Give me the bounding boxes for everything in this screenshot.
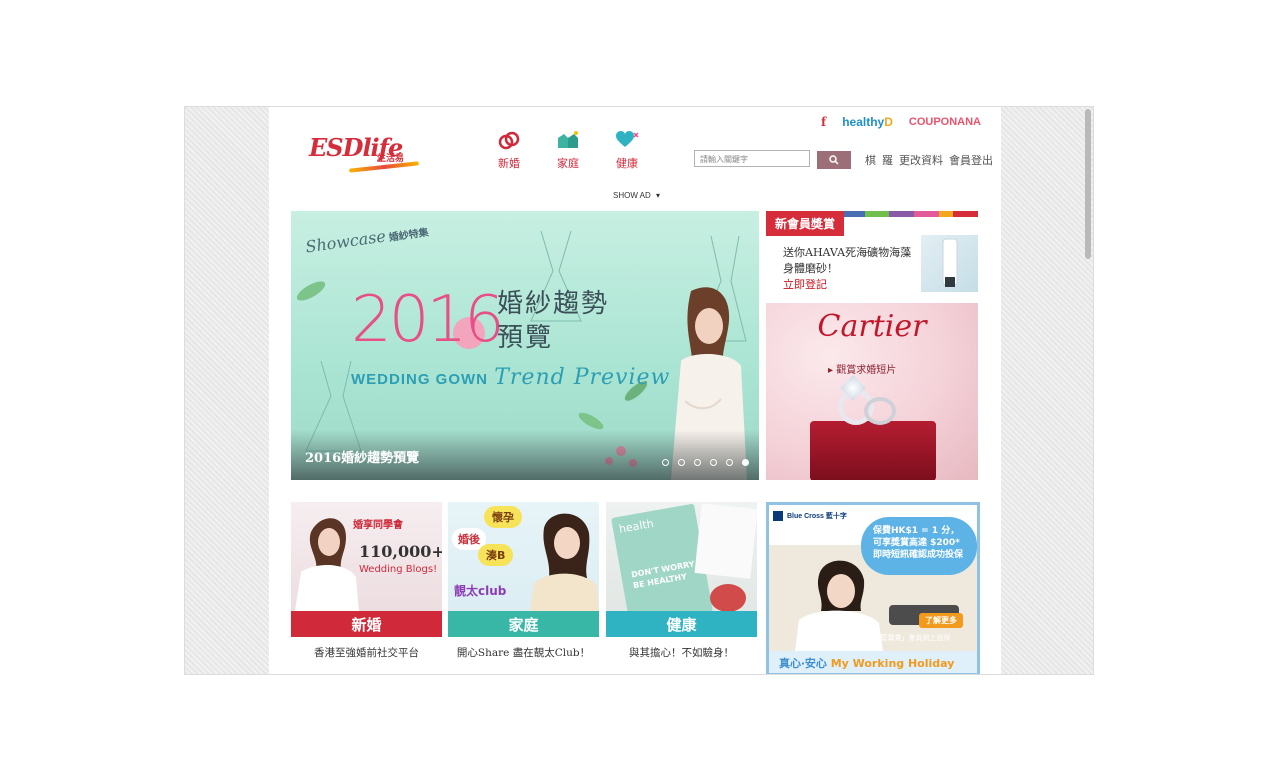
- facebook-link[interactable]: f: [821, 115, 826, 129]
- bluecross-ad[interactable]: Blue Cross 藍十字 保費HK$1 = 1 分， 可享獎賞高達 $200…: [766, 502, 980, 674]
- tile-health[interactable]: health DON'T WORRY BE HEALTHY 健康 與其擔心！不如…: [606, 502, 757, 662]
- watch-video-link[interactable]: ▸ 觀賞求婚短片: [828, 361, 896, 376]
- cartier-ad[interactable]: Cartier ▸ 觀賞求婚短片: [766, 303, 978, 480]
- promo-line: 可享獎賞高達 $200*: [873, 538, 960, 548]
- hero-title-cn: 婚紗趨勢 預覽: [497, 287, 609, 355]
- tile-wedding[interactable]: 婚享同學會 110,000+ Wedding Blogs! 新婚 香港至強婚前社…: [291, 502, 442, 662]
- nav-label: 健康: [616, 157, 638, 170]
- partner-links: f healthyD COUPONANA: [821, 115, 981, 129]
- carousel-dot[interactable]: [710, 459, 717, 466]
- main-nav: 新婚 家庭 健康: [495, 129, 641, 171]
- bubble-label: 懷孕: [484, 506, 522, 528]
- search-input[interactable]: 請輸入關鍵字: [694, 150, 810, 167]
- show-ad-label: SHOW AD: [613, 191, 651, 200]
- member-reward-desc: 送你AHAVA死海礦物海藻身體磨砂！: [783, 246, 912, 275]
- rings-icon: [495, 129, 523, 151]
- edit-profile-link[interactable]: 更改資料: [899, 152, 943, 168]
- logo-subtitle: 生活易: [377, 154, 405, 164]
- ring: [864, 397, 896, 425]
- learn-more-button[interactable]: 了解更多: [919, 613, 963, 628]
- healthyd-link[interactable]: healthyD: [842, 115, 893, 129]
- heart-icon: [613, 129, 641, 151]
- hero-caption: 2016婚紗趨勢預覽: [305, 451, 420, 466]
- carousel-dots: [662, 459, 749, 466]
- family-icon: [554, 129, 582, 151]
- healthyd-text: healthy: [842, 115, 885, 129]
- show-ad-toggle[interactable]: SHOW AD ▾: [613, 191, 660, 200]
- user-name-part: 棋: [865, 154, 876, 167]
- search-button[interactable]: [817, 151, 851, 169]
- bluecross-logo: Blue Cross 藍十字: [773, 511, 847, 521]
- club-logo: 靚太club: [454, 584, 507, 598]
- hero-title-line2: 預覽: [497, 323, 554, 353]
- carousel-dot[interactable]: [694, 459, 701, 466]
- member-reward-text: 送你AHAVA死海礦物海藻身體磨砂！ 立即登記: [783, 245, 913, 293]
- nav-item-health[interactable]: 健康: [613, 129, 641, 171]
- hero-title-line1: 婚紗趨勢: [497, 289, 610, 319]
- tile-family[interactable]: 懷孕 婚後 湊B 靚太club 家庭 開心Share 盡在靚太Club！: [448, 502, 599, 662]
- browser-viewport: ESDlife 生活易 新婚 家庭 健康 f healthyD COUPONAN…: [184, 106, 1094, 675]
- bubble-label: 湊B: [478, 544, 514, 566]
- scrollbar[interactable]: [1085, 109, 1091, 259]
- hero-title-en: WEDDING GOWN Trend Preview: [351, 365, 670, 390]
- register-link[interactable]: 立即登記: [783, 277, 913, 293]
- tile-description: 香港至強婚前社交平台: [314, 647, 419, 659]
- footer-product: My Working Holiday: [830, 657, 955, 670]
- carousel-dot[interactable]: [662, 459, 669, 466]
- product-image: [921, 235, 978, 292]
- hero-banner[interactable]: Showcase婚紗特集 2016 婚紗趨勢 預覽 WEDDING GOWN T…: [291, 211, 759, 480]
- nav-label: 新婚: [498, 157, 520, 170]
- carousel-dot-active[interactable]: [742, 459, 749, 466]
- ring-box: [810, 421, 936, 480]
- bluecross-footer: 真心‧安心 My Working Holiday: [769, 651, 977, 673]
- footer-slogan: 真心‧安心: [779, 657, 827, 670]
- page: ESDlife 生活易 新婚 家庭 健康 f healthyD COUPONAN…: [269, 107, 1001, 674]
- nav-label: 家庭: [557, 157, 579, 170]
- tile-subtitle: Wedding Blogs!: [359, 564, 438, 575]
- yarn-ball: [710, 584, 746, 612]
- cartier-logo: Cartier: [817, 309, 927, 344]
- search-icon: [829, 155, 839, 165]
- tile-image: health DON'T WORRY BE HEALTHY 健康: [606, 502, 757, 637]
- bluecross-brand: Blue Cross 藍十字: [787, 513, 847, 520]
- promo-text: 保費HK$1 = 1 分， 可享獎賞高達 $200* 即時短訊確認成功投保: [873, 525, 963, 561]
- health-paper: [694, 503, 757, 579]
- member-reward-box[interactable]: 新會員獎賞 送你AHAVA死海礦物海藻身體磨砂！ 立即登記: [766, 211, 979, 293]
- nav-item-family[interactable]: 家庭: [554, 129, 582, 171]
- tile-label: 家庭: [448, 611, 599, 637]
- couponana-link[interactable]: COUPONANA: [909, 116, 981, 128]
- healthyd-d: D: [884, 115, 893, 129]
- carousel-dot[interactable]: [726, 459, 733, 466]
- tile-description: 開心Share 盡在靚太Club！: [456, 647, 591, 659]
- user-links: 棋 羅 更改資料 會員登出: [865, 152, 993, 168]
- member-reward-tag: 新會員獎賞: [766, 211, 845, 236]
- hero-title-en-b: Trend Preview: [494, 365, 671, 390]
- tile-big-number: 110,000+: [359, 542, 442, 561]
- nav-item-wedding[interactable]: 新婚: [495, 129, 523, 171]
- hero-year: 2016: [351, 283, 505, 357]
- tile-image: 懷孕 婚後 湊B 靚太club 家庭: [448, 502, 599, 637]
- tile-description: 與其擔心！不如驗身！: [629, 647, 734, 659]
- tile-label: 新婚: [291, 611, 442, 637]
- tile-tag: 婚享同學會: [353, 520, 403, 531]
- carousel-dot[interactable]: [678, 459, 685, 466]
- tile-image: 婚享同學會 110,000+ Wedding Blogs! 新婚: [291, 502, 442, 637]
- logout-link[interactable]: 會員登出: [949, 152, 993, 168]
- user-name-part: 羅: [882, 154, 893, 167]
- promo-footnote: *適用於「藍寶賞」會員網上投保: [849, 634, 951, 642]
- tile-label: 健康: [606, 611, 757, 637]
- caret-down-icon: ▾: [656, 191, 661, 200]
- promo-line: 保費HK$1 = 1 分，: [873, 526, 960, 536]
- hero-title-en-a: WEDDING GOWN: [351, 371, 488, 388]
- cross-icon: [773, 511, 783, 521]
- promo-line: 即時短訊確認成功投保: [873, 550, 964, 560]
- esdlife-logo[interactable]: ESDlife 生活易: [309, 133, 420, 173]
